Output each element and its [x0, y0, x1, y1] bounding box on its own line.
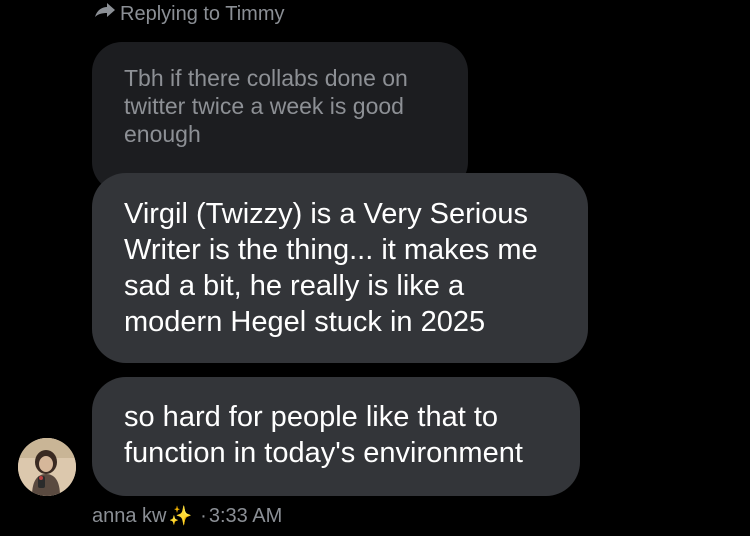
reply-context[interactable]: Replying to Timmy — [92, 0, 285, 28]
user-avatar[interactable] — [18, 438, 76, 496]
meta-separator: · — [200, 504, 207, 527]
message-bubble[interactable]: so hard for people like that to function… — [92, 377, 580, 496]
quoted-message-bubble[interactable]: Tbh if there collabs done on twitter twi… — [92, 42, 468, 192]
quoted-message-text: Tbh if there collabs done on twitter twi… — [124, 65, 408, 147]
message-text: so hard for people like that to function… — [124, 401, 523, 469]
sparkle-icon: ✨ — [168, 506, 193, 527]
message-bubble[interactable]: Virgil (Twizzy) is a Very Serious Writer… — [92, 173, 588, 363]
reply-context-label: Replying to Timmy — [120, 2, 285, 25]
sender-name[interactable]: anna kw — [92, 505, 167, 528]
message-text: Virgil (Twizzy) is a Very Serious Writer… — [124, 198, 538, 338]
reply-arrow-icon — [92, 0, 120, 28]
message-meta: anna kw ✨ · 3:33 AM — [92, 502, 282, 530]
message-timestamp: 3:33 AM — [208, 504, 283, 527]
